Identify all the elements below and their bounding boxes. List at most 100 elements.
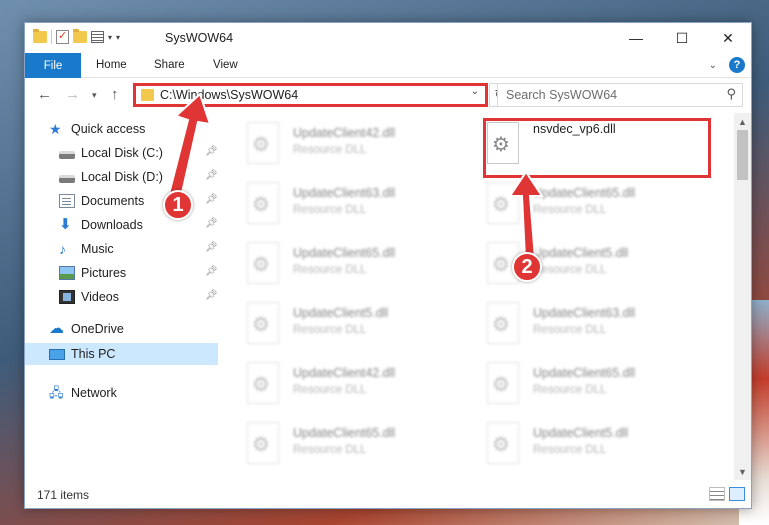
expand-ribbon-icon[interactable]: ⌄	[709, 60, 717, 71]
vertical-scrollbar[interactable]: ▲ ▼	[734, 113, 751, 480]
pin-icon[interactable]: 📌︎	[205, 290, 218, 301]
pin-icon[interactable]: 📌︎	[205, 242, 218, 253]
large-icons-view-icon[interactable]	[729, 487, 745, 501]
list-item[interactable]: ⚙ UpdateClient65.dll Resource DLL	[247, 238, 477, 292]
window-title: SysWOW64	[165, 31, 234, 45]
sidebar-item-label: OneDrive	[71, 322, 124, 336]
sidebar-item-onedrive[interactable]: ☁ OneDrive	[49, 318, 219, 340]
file-name: UpdateClient65.dll	[533, 366, 636, 380]
details-view-icon[interactable]	[709, 487, 725, 501]
divider	[51, 30, 52, 44]
gear-icon: ⚙	[252, 374, 270, 396]
list-item[interactable]: ⚙ UpdateClient63.dll Resource DLL	[487, 298, 717, 352]
dll-file-icon: ⚙	[487, 302, 519, 344]
scroll-down-icon[interactable]: ▼	[734, 463, 751, 480]
pin-icon[interactable]: 📌︎	[205, 194, 218, 205]
list-item[interactable]: ⚙ UpdateClient65.dll Resource DLL	[487, 178, 717, 232]
dll-file-icon: ⚙	[487, 422, 519, 464]
dll-file-icon: ⚙	[247, 242, 279, 284]
forward-arrow-icon[interactable]: →	[65, 86, 80, 103]
gear-icon: ⚙	[492, 194, 510, 216]
gear-icon: ⚙	[252, 134, 270, 156]
new-folder-icon[interactable]	[73, 29, 87, 43]
list-item[interactable]: ⚙ UpdateClient65.dll Resource DLL	[247, 418, 477, 472]
ribbon-right-controls: ⌄ ?	[709, 57, 745, 73]
dll-file-icon: ⚙	[247, 302, 279, 344]
pin-icon[interactable]: 📌︎	[205, 218, 218, 229]
sidebar-item-label: Pictures	[81, 266, 127, 280]
disk-icon	[59, 175, 75, 183]
quick-access-toolbar: ▾ ▾	[33, 29, 120, 44]
sidebar-item-network[interactable]: 🖧︎ Network	[49, 382, 219, 404]
dll-file-icon: ⚙	[487, 182, 519, 224]
folder-icon	[141, 89, 154, 101]
back-arrow-icon[interactable]: ←	[37, 86, 52, 103]
tab-share[interactable]: Share	[154, 59, 185, 71]
disk-icon	[59, 151, 75, 159]
file-type: Resource DLL	[293, 264, 367, 276]
scrollbar-thumb[interactable]	[737, 130, 748, 180]
network-icon: 🖧︎	[49, 385, 64, 400]
chevron-down-icon[interactable]: ▾	[108, 33, 112, 42]
file-type: Resource DLL	[533, 384, 607, 396]
tab-home[interactable]: Home	[96, 59, 127, 71]
list-item[interactable]: ⚙ UpdateClient5.dll Resource DLL	[247, 298, 477, 352]
dll-file-icon: ⚙	[247, 422, 279, 464]
pin-icon[interactable]: 📌︎	[205, 266, 218, 277]
minimize-button[interactable]: —	[613, 23, 659, 53]
sidebar-item-label: Quick access	[71, 122, 146, 136]
ribbon: File Home Share View ⌄ ?	[25, 53, 751, 78]
properties-icon[interactable]	[56, 29, 69, 44]
maximize-button[interactable]: ☐	[659, 23, 705, 53]
sidebar-item-this-pc[interactable]: This PC	[25, 343, 218, 365]
help-icon[interactable]: ?	[729, 57, 745, 73]
sidebar-item-quick-access[interactable]: ★ Quick access	[49, 118, 219, 140]
sidebar-item-local-disk-d[interactable]: Local Disk (D:) 📌︎	[59, 166, 229, 188]
sidebar-item-local-disk-c[interactable]: Local Disk (C:) 📌︎	[59, 142, 229, 164]
file-highlight-box	[483, 118, 711, 178]
file-name: UpdateClient5.dll	[533, 426, 629, 440]
sidebar-item-documents[interactable]: Documents 📌︎	[59, 190, 229, 212]
scroll-up-icon[interactable]: ▲	[734, 113, 751, 130]
tab-file[interactable]: File	[25, 53, 81, 78]
list-item[interactable]: ⚙ UpdateClient42.dll Resource DLL	[247, 118, 477, 172]
file-name: UpdateClient65.dll	[533, 186, 636, 200]
gear-icon: ⚙	[252, 254, 270, 276]
up-arrow-icon[interactable]: ↑	[111, 86, 119, 103]
sidebar-item-videos[interactable]: Videos 📌︎	[59, 286, 229, 308]
pin-icon[interactable]: 📌︎	[205, 146, 218, 157]
gear-icon: ⚙	[252, 314, 270, 336]
videos-icon	[59, 290, 75, 304]
sidebar-item-pictures[interactable]: Pictures 📌︎	[59, 262, 229, 284]
pin-icon[interactable]: 📌︎	[205, 170, 218, 181]
search-box[interactable]: ⚲	[497, 83, 743, 107]
chevron-down-icon[interactable]: ⌄	[471, 86, 479, 97]
search-input[interactable]	[498, 84, 708, 106]
sidebar-item-music[interactable]: ♪ Music 📌︎	[59, 238, 229, 260]
view-icon[interactable]	[91, 31, 104, 43]
close-button[interactable]: ✕	[705, 23, 751, 53]
gear-icon: ⚙	[252, 434, 270, 456]
tab-view[interactable]: View	[213, 59, 238, 71]
file-type: Resource DLL	[293, 204, 367, 216]
gear-icon: ⚙	[492, 434, 510, 456]
recent-locations-icon[interactable]: ▾	[92, 90, 97, 101]
address-path[interactable]: C:\Windows\SysWOW64	[160, 88, 298, 102]
file-type: Resource DLL	[293, 384, 367, 396]
gear-icon: ⚙	[492, 254, 510, 276]
search-icon[interactable]: ⚲	[726, 86, 736, 102]
list-item[interactable]: ⚙ UpdateClient42.dll Resource DLL	[247, 358, 477, 412]
sidebar-item-downloads[interactable]: ⬇ Downloads 📌︎	[59, 214, 229, 236]
file-name: UpdateClient65.dll	[293, 246, 396, 260]
sidebar-item-label: Documents	[81, 194, 145, 208]
list-item[interactable]: ⚙ UpdateClient63.dll Resource DLL	[247, 178, 477, 232]
music-icon: ♪	[59, 241, 66, 257]
gear-icon: ⚙	[492, 374, 510, 396]
download-icon: ⬇	[59, 216, 72, 233]
window-controls: — ☐ ✕	[613, 23, 751, 53]
list-item[interactable]: ⚙ UpdateClient5.dll Resource DLL	[487, 418, 717, 472]
customize-toolbar-icon[interactable]: ▾	[116, 33, 120, 42]
documents-icon	[59, 194, 75, 208]
list-item[interactable]: ⚙ UpdateClient65.dll Resource DLL	[487, 358, 717, 412]
address-bar[interactable]: C:\Windows\SysWOW64 ⌄	[133, 83, 488, 107]
